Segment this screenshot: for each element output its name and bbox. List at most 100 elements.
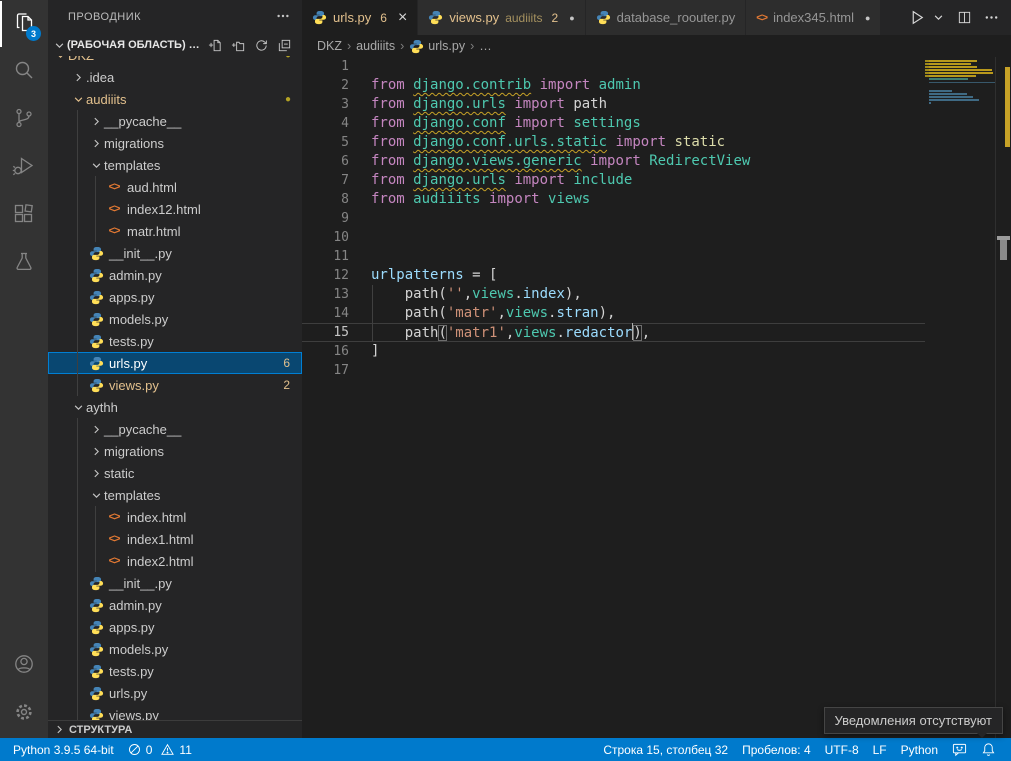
code-line-6[interactable]: 6from django.views.generic import Redire… <box>302 152 925 171</box>
tree-item-admin.py[interactable]: admin.py <box>48 264 302 286</box>
run-python-file-icon[interactable] <box>907 7 928 28</box>
code-line-1[interactable]: 1 <box>302 57 925 76</box>
tab-views.py[interactable]: views.pyaudiiits2● <box>418 0 585 35</box>
problems-status[interactable]: 0 11 <box>121 738 199 761</box>
tree-item-matr.html[interactable]: <>matr.html <box>48 220 302 242</box>
code-line-10[interactable]: 10 <box>302 228 925 247</box>
activity-source-control[interactable] <box>0 96 48 144</box>
breadcrumb-audiiits[interactable]: audiiits <box>356 39 395 53</box>
encoding-status[interactable]: UTF-8 <box>818 743 866 757</box>
tree-item-__init__.py[interactable]: __init__.py <box>48 572 302 594</box>
cursor-position-status[interactable]: Строка 15, столбец 32 <box>596 743 735 757</box>
code-line-3[interactable]: 3from django.urls import path <box>302 95 925 114</box>
activity-explorer[interactable]: 3 <box>0 0 48 48</box>
chevron-right-icon <box>88 425 104 434</box>
tree-item-templates[interactable]: templates <box>48 484 302 506</box>
tree-item-tests.py[interactable]: tests.py <box>48 330 302 352</box>
indent-guide <box>77 154 78 176</box>
eol-status[interactable]: LF <box>866 743 894 757</box>
tab-label: database_roouter.py <box>617 10 736 25</box>
indentation-status[interactable]: Пробелов: 4 <box>735 743 818 757</box>
tree-item-templates[interactable]: templates <box>48 154 302 176</box>
tree-item-DKZ[interactable]: DKZ● <box>48 56 302 66</box>
more-actions-icon[interactable] <box>276 9 290 26</box>
tree-item-views.py[interactable]: views.py <box>48 704 302 720</box>
tree-item-tests.py[interactable]: tests.py <box>48 660 302 682</box>
code-line-8[interactable]: 8from audiiits import views <box>302 190 925 209</box>
code-line-2[interactable]: 2from django.contrib import admin <box>302 76 925 95</box>
code-line-12[interactable]: 12urlpatterns = [ <box>302 266 925 285</box>
minimap-current-line-mark <box>929 82 995 83</box>
explorer-title-row: ПРОВОДНИК <box>48 0 302 34</box>
tree-item-aythh[interactable]: aythh <box>48 396 302 418</box>
tree-item-urls.py[interactable]: urls.py <box>48 682 302 704</box>
new-file-icon[interactable] <box>208 38 223 53</box>
scrollbar-slider[interactable] <box>1000 240 1007 260</box>
activity-run-debug[interactable] <box>0 144 48 192</box>
code-line-13[interactable]: 13 path('',views.index), <box>302 285 925 304</box>
more-actions-icon[interactable] <box>982 8 1001 27</box>
tree-item-index12.html[interactable]: <>index12.html <box>48 198 302 220</box>
code-editor[interactable]: 12from django.contrib import admin3from … <box>302 57 1011 738</box>
code-line-5[interactable]: 5from django.conf.urls.static import sta… <box>302 133 925 152</box>
tree-item-__init__.py[interactable]: __init__.py <box>48 242 302 264</box>
outline-section-header[interactable]: СТРУКТУРА <box>48 720 302 738</box>
activity-settings[interactable] <box>0 690 48 738</box>
tree-item-aud.html[interactable]: <>aud.html <box>48 176 302 198</box>
tree-item-__pycache__[interactable]: __pycache__ <box>48 110 302 132</box>
tree-item-index2.html[interactable]: <>index2.html <box>48 550 302 572</box>
activity-extensions[interactable] <box>0 192 48 240</box>
language-mode-status[interactable]: Python <box>894 743 945 757</box>
tree-item-index1.html[interactable]: <>index1.html <box>48 528 302 550</box>
code-line-9[interactable]: 9 <box>302 209 925 228</box>
tree-item-static[interactable]: static <box>48 462 302 484</box>
code-line-11[interactable]: 11 <box>302 247 925 266</box>
git-modified-dot: ● <box>285 56 302 61</box>
new-folder-icon[interactable] <box>231 38 246 53</box>
tree-item-migrations[interactable]: migrations <box>48 132 302 154</box>
activity-testing[interactable] <box>0 240 48 288</box>
tree-item-migrations[interactable]: migrations <box>48 440 302 462</box>
tree-item-views.py[interactable]: views.py2 <box>48 374 302 396</box>
activity-search[interactable] <box>0 48 48 96</box>
split-editor-icon[interactable] <box>955 8 974 27</box>
feedback-icon[interactable] <box>945 742 974 757</box>
gutter-gap <box>349 171 371 190</box>
collapse-all-icon[interactable] <box>277 38 292 53</box>
code-line-4[interactable]: 4from django.conf import settings <box>302 114 925 133</box>
overview-ruler[interactable] <box>995 57 1011 738</box>
tree-item-.idea[interactable]: .idea <box>48 66 302 88</box>
breadcrumb-…[interactable]: … <box>479 39 492 53</box>
tree-item-index.html[interactable]: <>index.html <box>48 506 302 528</box>
activity-accounts[interactable] <box>0 642 48 690</box>
run-dropdown-chevron-icon[interactable] <box>932 11 945 24</box>
code-line-17[interactable]: 17 <box>302 361 925 380</box>
tab-urls.py[interactable]: urls.py6× <box>302 0 418 35</box>
code-line-7[interactable]: 7from django.urls import include <box>302 171 925 190</box>
branch-icon <box>12 106 36 135</box>
code-line-14[interactable]: 14 path('matr',views.stran), <box>302 304 925 323</box>
tree-item-apps.py[interactable]: apps.py <box>48 616 302 638</box>
tree-item-models.py[interactable]: models.py <box>48 308 302 330</box>
notifications-bell-icon[interactable] <box>974 742 1003 757</box>
tree-item-label: admin.py <box>109 268 162 283</box>
code-line-15[interactable]: 15 path('matr1',views.redactor), <box>302 323 925 342</box>
tree-item-models.py[interactable]: models.py <box>48 638 302 660</box>
tree-item-__pycache__[interactable]: __pycache__ <box>48 418 302 440</box>
tree-item-urls.py[interactable]: urls.py6 <box>48 352 302 374</box>
close-icon[interactable]: × <box>398 10 407 26</box>
tree-item-admin.py[interactable]: admin.py <box>48 594 302 616</box>
refresh-icon[interactable] <box>254 38 269 53</box>
python-interpreter-status[interactable]: Python 3.9.5 64-bit <box>6 738 121 761</box>
tree-item-apps.py[interactable]: apps.py <box>48 286 302 308</box>
breadcrumb-DKZ[interactable]: DKZ <box>317 39 342 53</box>
tab-database_roouter.py[interactable]: database_roouter.py <box>586 0 747 35</box>
breadcrumb-urls.py[interactable]: urls.py <box>409 39 465 54</box>
tree-item-audiiits[interactable]: audiiits● <box>48 88 302 110</box>
tree-item-label: .idea <box>86 70 114 85</box>
tab-index345.html[interactable]: <>index345.html● <box>746 0 881 35</box>
code-line-16[interactable]: 16] <box>302 342 925 361</box>
python-file-icon <box>312 10 327 25</box>
workspace-section-header[interactable]: (РАБОЧАЯ ОБЛАСТЬ) … <box>48 34 302 56</box>
tree-item-label: static <box>104 466 134 481</box>
